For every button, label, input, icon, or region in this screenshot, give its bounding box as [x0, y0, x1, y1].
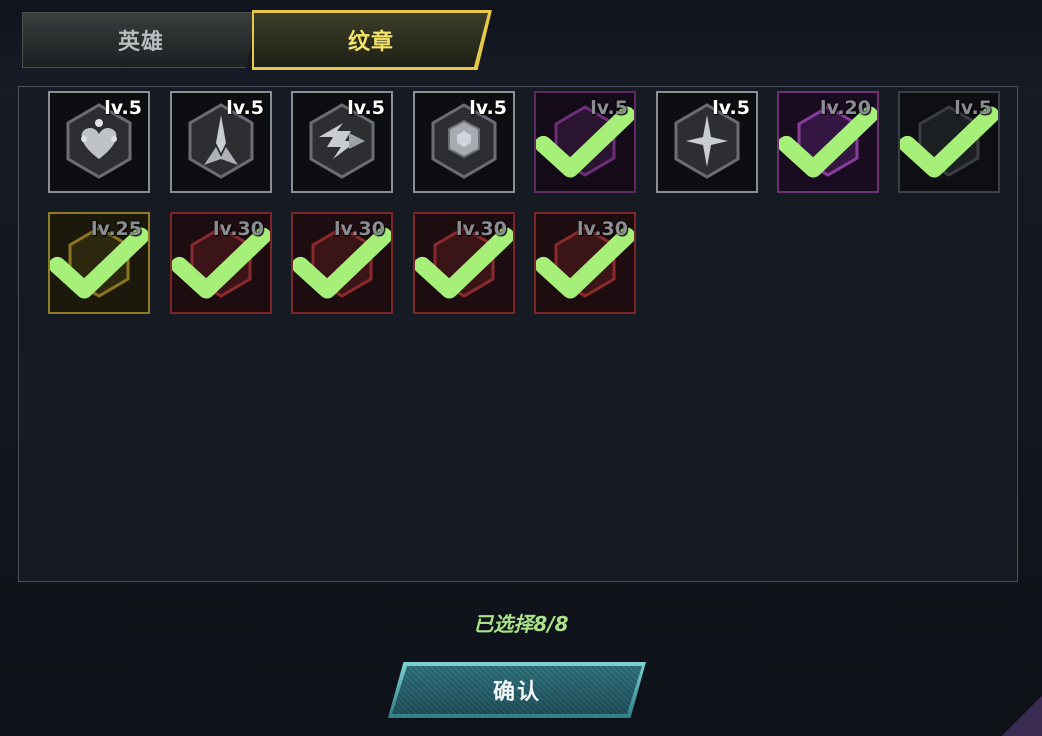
emblem-slot[interactable]: lv.5 [534, 91, 636, 193]
emblem-level: lv.30 [212, 218, 264, 240]
emblem-level: lv.30 [455, 218, 507, 240]
tab-heroes-label: 英雄 [117, 30, 164, 55]
emblem-slot[interactable]: lv.20 [777, 91, 879, 193]
emblem-level: lv.5 [590, 97, 628, 119]
emblem-slot[interactable]: lv.5 [413, 91, 515, 193]
confirm-button[interactable]: 确认 [392, 666, 642, 714]
emblem-slot[interactable]: lv.5 [48, 91, 150, 193]
tab-emblems-label: 纹章 [347, 30, 394, 55]
emblem-level: lv.5 [712, 97, 750, 119]
emblem-slot[interactable]: lv.30 [413, 212, 515, 314]
emblem-level: lv.5 [347, 97, 385, 119]
corner-decoration [1002, 696, 1042, 736]
emblem-level: lv.5 [104, 97, 142, 119]
tab-heroes[interactable]: 英雄 [22, 12, 260, 68]
confirm-button-label: 确认 [492, 680, 541, 705]
emblem-level: lv.20 [819, 97, 871, 119]
emblem-slot[interactable]: lv.30 [534, 212, 636, 314]
emblem-slot[interactable]: lv.5 [170, 91, 272, 193]
emblem-slot[interactable]: lv.5 [656, 91, 758, 193]
emblem-slot[interactable]: lv.5 [898, 91, 1000, 193]
tab-emblems[interactable]: 纹章 [254, 13, 488, 67]
emblem-level: lv.5 [226, 97, 264, 119]
emblem-level: lv.30 [576, 218, 628, 240]
emblem-slot[interactable]: lv.30 [170, 212, 272, 314]
selection-status: 已选择8/8 [473, 612, 569, 636]
emblem-level: lv.30 [333, 218, 385, 240]
emblem-slot[interactable]: lv.30 [291, 212, 393, 314]
emblem-level: lv.5 [469, 97, 507, 119]
emblem-level: lv.25 [90, 218, 142, 240]
emblem-slot[interactable]: lv.25 [48, 212, 150, 314]
emblem-slot[interactable]: lv.5 [291, 91, 393, 193]
emblem-level: lv.5 [954, 97, 992, 119]
